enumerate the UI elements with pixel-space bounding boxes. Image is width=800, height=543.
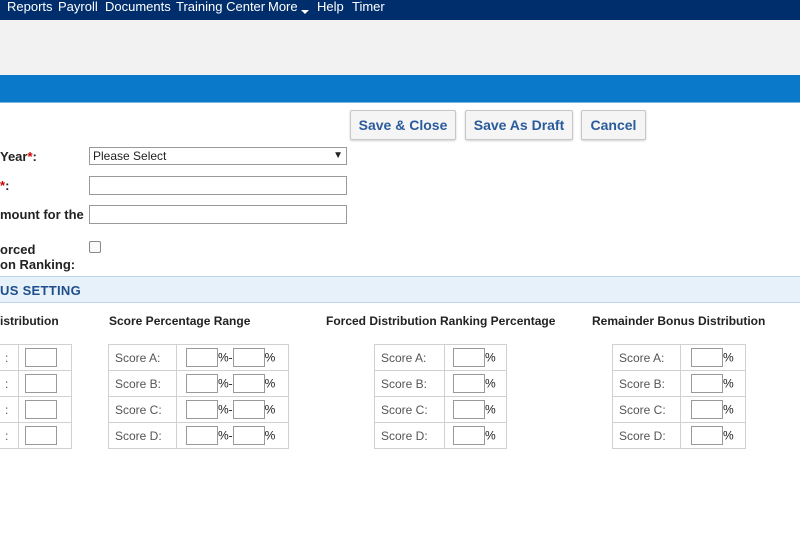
year-select-value: Please Select — [93, 149, 167, 163]
table-row: Score B: %-% — [108, 370, 289, 397]
row-label: : — [0, 344, 19, 371]
row-label: : — [0, 422, 19, 449]
year-label: Year*: — [0, 149, 37, 164]
distribution-header: istribution — [0, 314, 59, 328]
range-from-d[interactable] — [186, 426, 218, 445]
table-row: Score C:% — [374, 396, 507, 423]
page-accent-bar — [0, 75, 800, 103]
score-label: Score B: — [108, 370, 177, 397]
forced-percentage-header: Forced Distribution Ranking Percentage — [326, 314, 556, 328]
distribution-input-b[interactable] — [25, 374, 57, 393]
remainder-c[interactable] — [691, 400, 723, 419]
bonus-setting-section: US SETTING — [0, 276, 800, 303]
score-label: Score D: — [612, 422, 681, 449]
forced-distribution-checkbox[interactable] — [89, 241, 101, 253]
cancel-button[interactable]: Cancel — [581, 110, 646, 140]
year-select[interactable]: Please Select ▼ — [89, 147, 347, 165]
second-field-input[interactable] — [89, 176, 347, 195]
forced-percentage-table: Score A:% Score B:% Score C:% Score D:% — [374, 344, 507, 449]
nav-documents[interactable]: Documents — [105, 0, 171, 20]
top-navigation-bar: Reports Payroll Documents Training Cente… — [0, 0, 800, 20]
distribution-input-d[interactable] — [25, 426, 57, 445]
row-label: : — [0, 370, 19, 397]
range-to-c[interactable] — [232, 400, 265, 419]
score-label: Score B: — [612, 370, 681, 397]
range-to-b[interactable] — [232, 374, 265, 393]
score-range-table: Score A: %-% Score B: %-% Score C: %-% Scor… — [108, 344, 289, 449]
nav-reports[interactable]: Reports — [7, 0, 53, 20]
range-from-c[interactable] — [186, 400, 218, 419]
forced-pct-d[interactable] — [453, 426, 485, 445]
forced-label-line2: on Ranking: — [0, 257, 76, 272]
remainder-header: Remainder Bonus Distribution — [592, 314, 766, 328]
nav-timer[interactable]: Timer — [352, 0, 385, 20]
score-label: Score A: — [612, 344, 681, 371]
nav-payroll[interactable]: Payroll — [58, 0, 98, 20]
range-to-a[interactable] — [232, 348, 265, 367]
score-label: Score D: — [108, 422, 177, 449]
forced-pct-a[interactable] — [453, 348, 485, 367]
table-row: Score D:% — [374, 422, 507, 449]
header-area — [0, 20, 800, 75]
table-row: Score D:% — [612, 422, 746, 449]
score-label: Score C: — [374, 396, 445, 423]
table-row: Score C: %-% — [108, 396, 289, 423]
score-label: Score D: — [374, 422, 445, 449]
range-from-b[interactable] — [186, 374, 218, 393]
table-row: Score A: %-% — [108, 344, 289, 371]
table-row: Score B:% — [374, 370, 507, 397]
distribution-table: : : : : — [0, 344, 72, 449]
row-label: : — [0, 396, 19, 423]
score-label: Score A: — [374, 344, 445, 371]
distribution-input-a[interactable] — [25, 348, 57, 367]
table-row: Score D: %-% — [108, 422, 289, 449]
save-as-draft-button[interactable]: Save As Draft — [465, 110, 573, 140]
table-row: : — [0, 396, 72, 423]
score-label: Score B: — [374, 370, 445, 397]
table-row: : — [0, 422, 72, 449]
remainder-a[interactable] — [691, 348, 723, 367]
table-row: : — [0, 344, 72, 371]
range-to-d[interactable] — [232, 426, 265, 445]
nav-help[interactable]: Help — [317, 0, 344, 20]
nav-more[interactable]: More — [268, 0, 298, 20]
forced-label-line1: orced — [0, 242, 36, 257]
second-field-label: *: — [0, 178, 10, 193]
distribution-input-c[interactable] — [25, 400, 57, 419]
remainder-d[interactable] — [691, 426, 723, 445]
table-row: Score C:% — [612, 396, 746, 423]
table-row: Score B:% — [612, 370, 746, 397]
nav-training-center[interactable]: Training Center — [176, 0, 265, 20]
forced-pct-c[interactable] — [453, 400, 485, 419]
score-label: Score C: — [108, 396, 177, 423]
amount-input[interactable] — [89, 205, 347, 224]
remainder-b[interactable] — [691, 374, 723, 393]
table-row: : — [0, 370, 72, 397]
remainder-table: Score A:% Score B:% Score C:% Score D:% — [612, 344, 746, 449]
amount-label: mount for the — [0, 207, 84, 222]
forced-pct-b[interactable] — [453, 374, 485, 393]
save-close-button[interactable]: Save & Close — [350, 110, 456, 140]
dropdown-arrow-icon: ▼ — [333, 150, 343, 161]
table-row: Score A:% — [612, 344, 746, 371]
score-label: Score C: — [612, 396, 681, 423]
score-range-header: Score Percentage Range — [109, 314, 251, 328]
section-title: US SETTING — [0, 283, 82, 298]
range-from-a[interactable] — [186, 348, 218, 367]
table-row: Score A:% — [374, 344, 507, 371]
score-label: Score A: — [108, 344, 177, 371]
